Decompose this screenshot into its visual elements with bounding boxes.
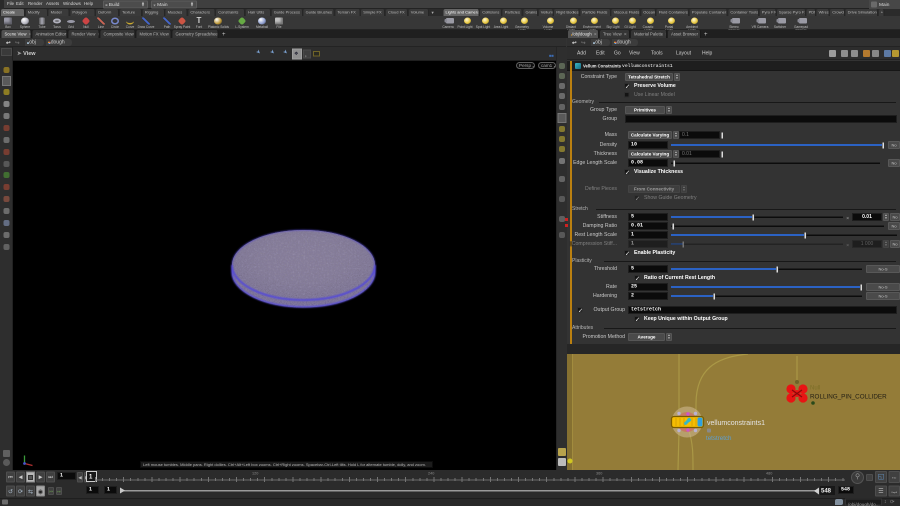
svg-text:Null: Null: [810, 386, 820, 392]
svg-text:ROLLING_PIN_COLLIDER: ROLLING_PIN_COLLIDER: [810, 394, 887, 401]
svg-text:tetstretch: tetstretch: [706, 435, 732, 442]
svg-text:vellumconstraints1: vellumconstraints1: [707, 420, 765, 427]
